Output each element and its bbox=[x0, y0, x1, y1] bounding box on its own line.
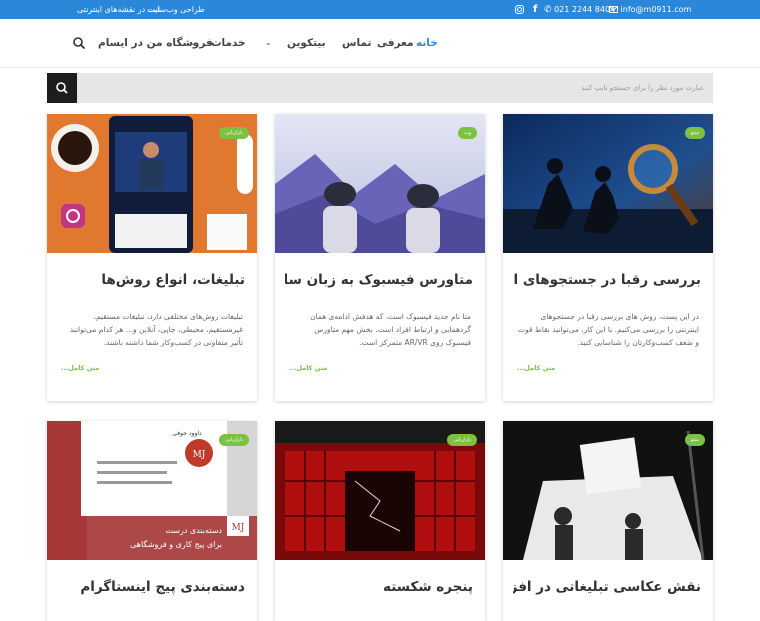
read-more-link[interactable]: متن کامل... bbox=[61, 364, 99, 372]
category-badge[interactable]: بازاریابی bbox=[219, 127, 249, 139]
nav-bitcoin-label: بیتکوین bbox=[287, 37, 326, 49]
nav-services[interactable]: خدمات bbox=[211, 19, 246, 67]
email-link[interactable]: info@m0911.com bbox=[609, 0, 691, 19]
search-icon bbox=[56, 82, 68, 94]
post-title[interactable]: دسته‌بندی پیج اینستاگرام bbox=[57, 579, 245, 595]
search-input[interactable] bbox=[80, 73, 704, 103]
post-excerpt: در این پست، روش های بررسی رقبا در جستجوه… bbox=[517, 312, 699, 347]
post-card[interactable]: وب متاورس فیسبوک به زبان ساده متا نام جد… bbox=[275, 114, 485, 401]
chevron-down-icon[interactable]: ⌄ bbox=[265, 19, 272, 67]
post-card[interactable]: MJ داوود جوفی دسته‌بندی درست برای پیج کا… bbox=[47, 421, 257, 621]
image-caption-line2: برای پیج کاری و فروشگاهی bbox=[130, 539, 222, 549]
post-image[interactable]: MJ داوود جوفی دسته‌بندی درست برای پیج کا… bbox=[47, 421, 257, 560]
post-image[interactable]: وب bbox=[275, 114, 485, 253]
phone-text: 021 2244 8404 bbox=[554, 5, 616, 14]
post-title[interactable]: متاورس فیسبوک به زبان ساده bbox=[285, 272, 473, 288]
facebook-icon[interactable]: f bbox=[533, 0, 537, 19]
nav-about[interactable]: معرفی bbox=[377, 19, 413, 67]
post-title[interactable]: نقش عکاسی تبلیغاتی در افزایش bbox=[513, 579, 701, 595]
read-more-link[interactable]: متن کامل... bbox=[517, 364, 555, 372]
search-button[interactable] bbox=[47, 73, 77, 103]
category-badge[interactable]: بازاریابی bbox=[447, 434, 477, 446]
image-caption-line1: دسته‌بندی درست bbox=[165, 526, 222, 535]
post-excerpt: متا نام جدید فیسبوک است، که هدفش ادامه‌ی… bbox=[310, 312, 471, 347]
category-badge[interactable]: وب bbox=[457, 127, 477, 139]
post-title[interactable]: تبلیغات، انواع روش‌ها bbox=[57, 272, 245, 288]
post-image[interactable]: بازاریابی bbox=[47, 114, 257, 253]
post-image[interactable]: سئو bbox=[503, 421, 713, 560]
post-card[interactable]: بازاریابی تبلیغات، انواع روش‌ها تبلیغات … bbox=[47, 114, 257, 401]
post-card[interactable]: سئو بررسی رقبا در جستجوهای اینترنتی در ا… bbox=[503, 114, 713, 401]
nav-bitcoin[interactable]: بیتکوین bbox=[287, 19, 326, 67]
instagram-icon[interactable] bbox=[515, 0, 524, 19]
phone-link[interactable]: ✆ 021 2244 8404 bbox=[544, 0, 615, 19]
maps-registration-link[interactable]: ثبت در نقشه‌های اینترنتی bbox=[77, 0, 160, 19]
post-image[interactable]: بازاریابی bbox=[275, 421, 485, 560]
post-title[interactable]: بررسی رقبا در جستجوهای اینترنتی bbox=[513, 272, 701, 288]
post-card[interactable]: بازاریابی پنجره شکسته bbox=[275, 421, 485, 621]
post-title[interactable]: پنجره شکسته bbox=[285, 579, 473, 595]
main-header: خانه معرفی تماس بیتکوین ⌄ خدمات ⌄ فروشگا… bbox=[0, 19, 760, 68]
nav-shop[interactable]: فروشگاه من در ایسام bbox=[98, 19, 213, 67]
image-corner-logo: MJ bbox=[232, 523, 245, 533]
image-logo-text: MJ bbox=[193, 450, 206, 460]
email-text: info@m0911.com bbox=[620, 5, 692, 14]
top-bar: info@m0911.com ✆ 021 2244 8404 f طراحی و… bbox=[0, 0, 760, 19]
post-image[interactable]: سئو bbox=[503, 114, 713, 253]
image-profile-name: داوود جوفی bbox=[172, 430, 202, 437]
post-excerpt: تبلیغات روش‌های مختلفی دارد، تبلیغات مست… bbox=[69, 312, 243, 347]
nav-contact[interactable]: تماس bbox=[342, 19, 371, 67]
category-badge[interactable]: بازاریابی bbox=[219, 434, 249, 446]
post-card[interactable]: سئو نقش عکاسی تبلیغاتی در افزایش bbox=[503, 421, 713, 621]
phone-icon: ✆ bbox=[544, 5, 552, 15]
read-more-link[interactable]: متن کامل... bbox=[289, 364, 327, 372]
search-toggle[interactable] bbox=[73, 19, 86, 67]
category-badge[interactable]: سئو bbox=[684, 127, 705, 139]
category-badge[interactable]: سئو bbox=[684, 434, 705, 446]
search-icon bbox=[73, 37, 86, 50]
nav-home[interactable]: خانه bbox=[416, 19, 438, 67]
